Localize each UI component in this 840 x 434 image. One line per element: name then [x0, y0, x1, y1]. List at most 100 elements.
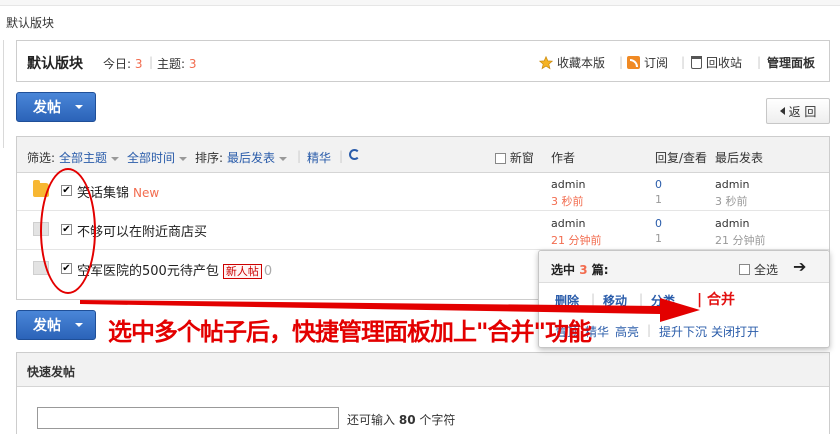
- divider: |: [619, 55, 624, 69]
- filter-all-topics[interactable]: 全部主题: [59, 149, 120, 166]
- thread-title: 空军医院的500元待产包: [77, 264, 219, 279]
- col-author: 作者: [551, 151, 576, 165]
- all-topics-label: 全部主题: [59, 151, 108, 165]
- hint-prefix: 还可输入: [347, 413, 396, 427]
- table-row[interactable]: 不够可以在附近商店买 admin 21 分钟前 0 1 admin 21 分钟前: [17, 212, 829, 250]
- divider: |: [149, 55, 154, 69]
- today-stat: 今日: 3: [103, 55, 143, 72]
- thread-title-link[interactable]: 空军医院的500元待产包 新人帖 0: [77, 260, 272, 279]
- sort-label: 排序:: [195, 151, 224, 165]
- thread-checkbox[interactable]: [61, 263, 72, 274]
- star-icon: [539, 55, 553, 69]
- new-tag: New: [133, 186, 160, 200]
- thread-title-link[interactable]: 笑话集锦 New: [77, 182, 159, 201]
- divider: |: [297, 149, 302, 163]
- filter-all-time[interactable]: 全部时间: [127, 149, 188, 166]
- delete-action[interactable]: 删除: [555, 292, 579, 309]
- move-action[interactable]: 移动: [603, 292, 627, 309]
- merge-label: 合并: [707, 292, 735, 308]
- merge-action[interactable]: | 合并: [697, 289, 735, 309]
- sort-last-post[interactable]: 最后发表: [227, 149, 288, 166]
- thread-icon: [33, 222, 49, 236]
- thread-title-link[interactable]: 不够可以在附近商店买: [77, 221, 207, 240]
- annotation-text: 选中多个帖子后，快捷管理面板加上"合并"功能: [108, 318, 592, 346]
- bump-action[interactable]: 提升下沉: [659, 323, 707, 340]
- filter-digest[interactable]: 精华: [307, 149, 331, 166]
- select-all-label: 全选: [754, 263, 779, 277]
- trash-icon: [691, 56, 702, 69]
- view-count: 1: [655, 193, 662, 206]
- breadcrumb[interactable]: 默认版块: [6, 14, 54, 31]
- attachment-count: 0: [263, 264, 273, 279]
- top-strip: [0, 0, 840, 6]
- reply-count[interactable]: 0: [655, 178, 662, 191]
- sort-value: 最后发表: [227, 151, 276, 165]
- close-action[interactable]: 关闭打开: [711, 323, 759, 340]
- refresh-icon[interactable]: [349, 149, 360, 160]
- col-last-post: 最后发表: [715, 151, 764, 165]
- recycle-label: 回收站: [706, 56, 743, 70]
- rss-icon: [627, 56, 640, 69]
- chevron-down-icon: [75, 105, 83, 109]
- filter-label: 筛选:: [27, 151, 56, 165]
- divider: |: [639, 292, 644, 306]
- reply-count[interactable]: 0: [655, 217, 662, 230]
- thread-time: 3 秒前: [551, 195, 584, 208]
- forum-header: 默认版块 今日: 3 | 主题: 3 收藏本版 | 订阅 | 回收站 | 管理面…: [16, 40, 830, 82]
- quick-post-header: 快速发帖: [17, 353, 829, 387]
- table-row[interactable]: 笑话集锦New admin 3 秒前 0 1 admin 3 秒前: [17, 173, 829, 211]
- divider: |: [681, 55, 686, 69]
- chevron-down-icon: [75, 323, 83, 327]
- back-label: 返 回: [788, 104, 817, 119]
- selected-count-label: 选中 3 篇:: [551, 261, 609, 278]
- thread-title: 笑话集锦: [77, 186, 130, 201]
- topics-stat: 主题: 3: [157, 55, 197, 72]
- view-count: 1: [655, 232, 662, 245]
- moderation-header: 选中 3 篇: 全选 ➔: [539, 251, 829, 283]
- quick-post-box: 快速发帖 还可输入 80 个字符: [16, 352, 830, 434]
- chevron-down-icon: [279, 156, 288, 161]
- post-button-bottom[interactable]: 发帖: [16, 310, 96, 340]
- thread-author[interactable]: admin: [551, 217, 585, 230]
- post-label: 发帖: [33, 318, 61, 334]
- selected-prefix: 选中: [551, 263, 576, 277]
- favorite-forum-link[interactable]: 收藏本版: [539, 54, 605, 71]
- classify-action[interactable]: 分类: [651, 292, 675, 309]
- manage-panel-link[interactable]: 管理面板: [767, 54, 815, 71]
- chevron-down-icon: [111, 156, 120, 161]
- back-button[interactable]: 返 回: [766, 98, 830, 124]
- col-replies-views: 回复/查看: [655, 151, 708, 165]
- char-count-hint: 还可输入 80 个字符: [347, 411, 455, 428]
- subscribe-label: 订阅: [644, 56, 669, 70]
- last-post-time: 3 秒前: [715, 195, 748, 208]
- new-window-label: 新窗: [509, 151, 534, 165]
- post-label: 发帖: [33, 100, 61, 116]
- today-label: 今日:: [103, 57, 132, 71]
- arrow-right-icon[interactable]: ➔: [793, 257, 806, 276]
- favorite-label: 收藏本版: [557, 56, 606, 70]
- manage-label: 管理面板: [767, 56, 816, 70]
- subscribe-link[interactable]: 订阅: [627, 54, 668, 71]
- divider: |: [591, 292, 596, 306]
- recycle-bin-link[interactable]: 回收站: [691, 54, 742, 71]
- select-all-toggle[interactable]: 全选: [739, 261, 778, 278]
- select-all-checkbox[interactable]: [739, 264, 750, 275]
- all-time-label: 全部时间: [127, 151, 176, 165]
- new-window-checkbox[interactable]: [495, 153, 506, 164]
- topics-label: 主题:: [157, 57, 186, 71]
- thread-author[interactable]: admin: [551, 178, 585, 191]
- last-poster[interactable]: admin: [715, 178, 749, 191]
- quick-post-title-input[interactable]: [37, 407, 339, 429]
- left-panel-edge: [0, 40, 4, 148]
- hint-suffix: 个字符: [419, 413, 456, 427]
- thread-checkbox[interactable]: [61, 224, 72, 235]
- thread-title: 不够可以在附近商店买: [77, 225, 208, 240]
- thread-checkbox[interactable]: [61, 185, 72, 196]
- hint-count: 80: [398, 413, 416, 427]
- highlight-action[interactable]: 高亮: [615, 323, 639, 340]
- last-poster[interactable]: admin: [715, 217, 749, 230]
- selected-suffix: 篇:: [591, 263, 609, 277]
- divider: |: [757, 55, 762, 69]
- post-button-top[interactable]: 发帖: [16, 92, 96, 122]
- new-window-toggle[interactable]: 新窗: [495, 149, 534, 166]
